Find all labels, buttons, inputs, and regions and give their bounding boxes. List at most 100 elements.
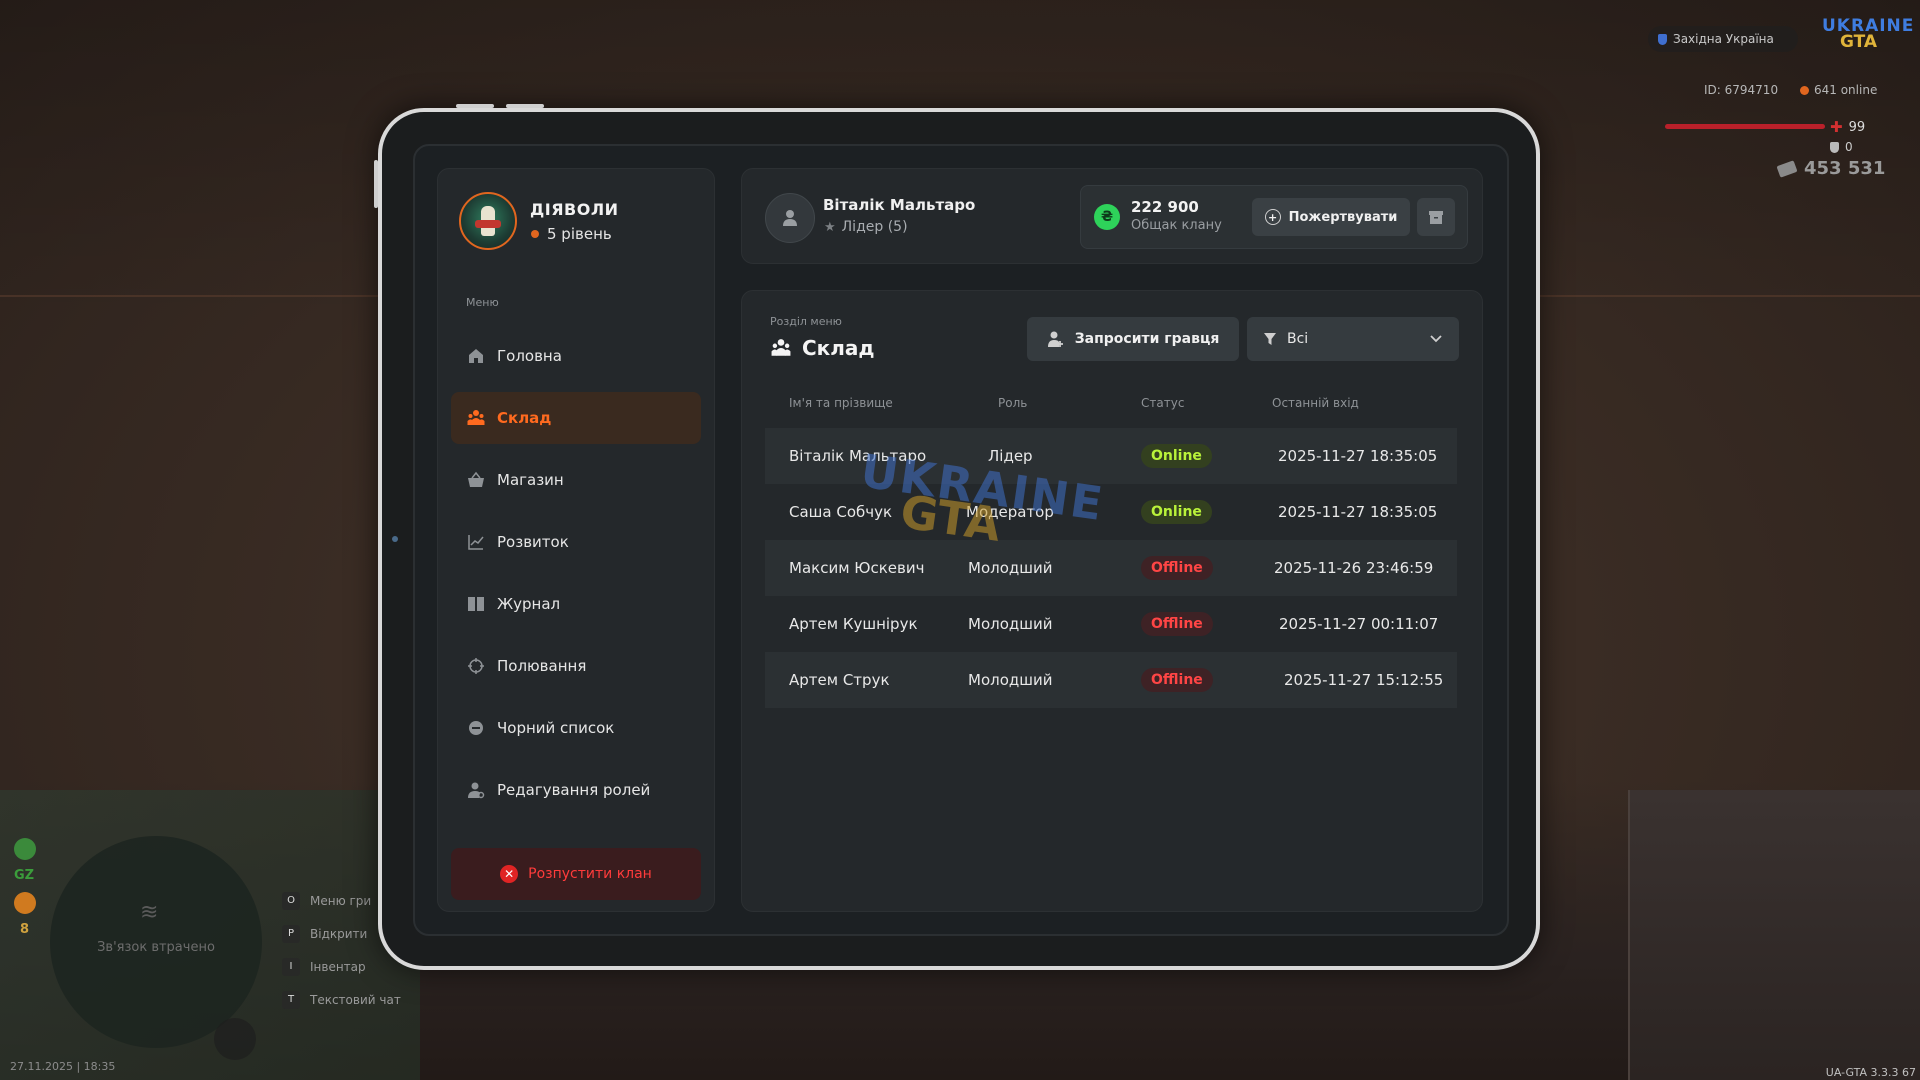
member-role: Молодший: [968, 671, 1053, 689]
members-icon: [771, 339, 791, 356]
scene-crate: [1628, 790, 1920, 1080]
hint-label: Інвентар: [310, 959, 366, 974]
hint-key: T: [282, 990, 300, 1009]
health-cross-icon: ✚: [1830, 118, 1843, 136]
clan-level-label: 5 рівень: [547, 225, 612, 243]
disband-clan-button[interactable]: ✕ Розпустити клан: [451, 848, 701, 900]
filter-value: Всі: [1287, 331, 1309, 347]
sidebar-item-label: Чорний список: [497, 719, 615, 737]
member-role: Молодший: [968, 559, 1053, 577]
hud-health-number: 99: [1848, 119, 1866, 135]
game-version: UA-GTA 3.3.3 67: [1825, 1066, 1916, 1079]
table-row[interactable]: Віталік Мальтаро Лідер Online 2025-11-27…: [765, 428, 1457, 484]
hint-key: P: [282, 924, 300, 943]
minimap-status: Зв'язок втрачено: [97, 940, 215, 955]
cash-icon: [1776, 159, 1798, 178]
hint-key: O: [282, 891, 300, 910]
add-user-icon: [1047, 331, 1063, 347]
member-role: Молодший: [968, 615, 1053, 633]
donate-button[interactable]: + Пожертвувати: [1252, 198, 1410, 236]
hud-money-value: 453 531: [1804, 158, 1886, 179]
book-icon: [467, 595, 485, 613]
hud-armor-value: 0: [1830, 140, 1853, 154]
member-name: Максим Юскевич: [789, 559, 925, 577]
filter-icon: [1264, 333, 1276, 345]
member-role: Модератор: [966, 503, 1054, 521]
sidebar-item-blacklist[interactable]: Чорний список: [451, 702, 701, 754]
hud-money: 453 531: [1776, 158, 1886, 179]
members-table: Віталік Мальтаро Лідер Online 2025-11-27…: [765, 428, 1457, 708]
sidebar-item-members[interactable]: Склад: [451, 392, 701, 444]
table-row[interactable]: Саша Собчук Модератор Online 2025-11-27 …: [765, 484, 1457, 540]
sidebar-item-label: Магазин: [497, 471, 564, 489]
sidebar-item-label: Редагування ролей: [497, 781, 651, 799]
status-badge: Online: [1141, 500, 1212, 524]
invite-player-button[interactable]: Запросити гравця: [1027, 317, 1239, 361]
hud-health-value: ✚ 99: [1830, 118, 1865, 136]
tablet-volume-up-button: [456, 104, 494, 108]
sidebar-item-journal[interactable]: Журнал: [451, 578, 701, 630]
currency-coin-icon: ₴: [1094, 204, 1120, 230]
chart-icon: [467, 533, 485, 551]
hud-region-badge: Західна Україна: [1648, 26, 1798, 52]
hint-item: I Інвентар: [282, 950, 401, 983]
member-last-login: 2025-11-27 00:11:07: [1279, 615, 1439, 633]
storage-box-button[interactable]: [1417, 198, 1455, 236]
member-last-login: 2025-11-27 15:12:55: [1284, 671, 1444, 689]
user-gear-icon: [467, 781, 485, 799]
sidebar-item-home[interactable]: Головна: [451, 330, 701, 382]
close-circle-icon: ✕: [500, 865, 519, 883]
member-status: Online: [1141, 428, 1212, 484]
status-badge: Offline: [1141, 668, 1213, 692]
status-filter-select[interactable]: Всі: [1247, 317, 1459, 361]
star-icon: ★: [824, 219, 836, 235]
hud-online-count: 641 online: [1800, 83, 1877, 97]
tablet-power-button: [374, 160, 378, 208]
sidebar-item-role-editing[interactable]: Редагування ролей: [451, 764, 701, 816]
member-last-login: 2025-11-27 18:35:05: [1278, 503, 1438, 521]
no-signal-icon: ≋: [140, 900, 159, 925]
hint-label: Відкрити: [310, 926, 368, 941]
member-name: Артем Струк: [789, 671, 890, 689]
member-status: Offline: [1141, 540, 1213, 596]
member-role: Лідер: [988, 447, 1033, 465]
microphone-icon[interactable]: [214, 1018, 256, 1060]
user-icon: [783, 210, 797, 226]
status-badge: Offline: [1141, 556, 1213, 580]
member-last-login: 2025-11-26 23:46:59: [1274, 559, 1434, 577]
hud-datetime: 27.11.2025 | 18:35: [10, 1060, 116, 1073]
table-row[interactable]: Максим Юскевич Молодший Offline 2025-11-…: [765, 540, 1457, 596]
tablet-volume-down-button: [506, 104, 544, 108]
hint-label: Меню гри: [310, 893, 372, 908]
column-header-name[interactable]: Ім'я та прізвище: [789, 396, 893, 410]
health-bar: [1665, 124, 1825, 129]
sidebar-item-label: Склад: [497, 409, 552, 427]
hint-label: Текстовий чат: [310, 992, 401, 1007]
table-row[interactable]: Артем Струк Молодший Offline 2025-11-27 …: [765, 652, 1457, 708]
member-name: Артем Кушнірук: [789, 615, 918, 633]
sidebar-item-shop[interactable]: Магазин: [451, 454, 701, 506]
column-header-status[interactable]: Статус: [1141, 396, 1184, 410]
online-dot-icon: [1800, 85, 1809, 95]
user-role: ★ Лідер (5): [824, 219, 908, 235]
menu-caption: Меню: [466, 296, 499, 309]
basket-icon: [467, 471, 485, 489]
table-row[interactable]: Артем Кушнірук Молодший Offline 2025-11-…: [765, 596, 1457, 652]
armor-shield-icon: [1830, 141, 1839, 153]
crosshair-icon: [467, 657, 485, 675]
sidebar-item-development[interactable]: Розвиток: [451, 516, 701, 568]
donate-label: Пожертвувати: [1288, 209, 1398, 225]
gz-count: 8: [20, 922, 30, 937]
members-icon: [467, 409, 485, 427]
sidebar-item-hunting[interactable]: Полювання: [451, 640, 701, 692]
tablet-camera-icon: [392, 536, 398, 542]
box-icon: [1429, 211, 1443, 224]
member-last-login: 2025-11-27 18:35:05: [1278, 447, 1438, 465]
member-name: Віталік Мальтаро: [789, 447, 927, 465]
invite-player-label: Запросити гравця: [1074, 331, 1220, 347]
clan-emblem-detail: [475, 220, 501, 228]
column-header-role[interactable]: Роль: [998, 396, 1027, 410]
home-icon: [467, 347, 485, 365]
member-status: Online: [1141, 484, 1212, 540]
column-header-last-login[interactable]: Останній вхід: [1272, 396, 1359, 410]
